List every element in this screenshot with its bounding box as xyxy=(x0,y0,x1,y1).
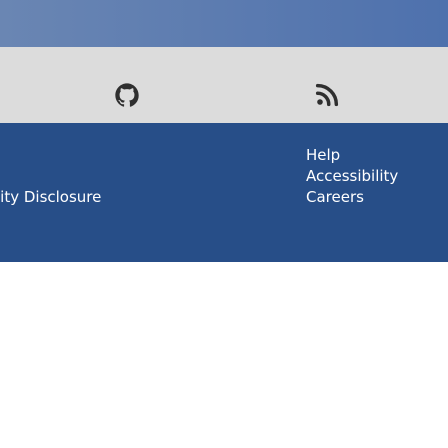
rss-icon[interactable] xyxy=(313,81,341,109)
footer-link-disclosure[interactable]: lity Disclosure xyxy=(0,187,101,207)
footer-link-accessibility[interactable]: Accessibility xyxy=(306,166,398,186)
footer-link-help[interactable]: Help xyxy=(306,145,340,165)
footer-link-careers[interactable]: Careers xyxy=(306,187,364,207)
site-footer: Help Accessibility Careers lity Disclosu… xyxy=(0,123,448,262)
page-background xyxy=(0,262,448,448)
github-icon[interactable] xyxy=(113,81,141,109)
social-icons-bar xyxy=(0,47,448,123)
header-band xyxy=(0,0,448,47)
